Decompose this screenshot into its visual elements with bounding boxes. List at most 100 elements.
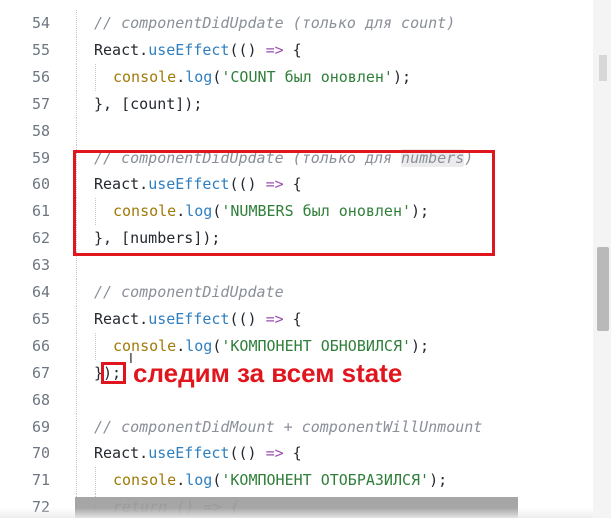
code-token: 'КОМПОНЕНТ ОТОБРАЗИЛСЯ'	[221, 471, 430, 490]
code-text[interactable]: console.log('КОМПОНЕНТ ОТОБРАЗИЛСЯ');	[113, 471, 447, 490]
code-token: React.	[94, 309, 149, 328]
code-token: log	[185, 336, 213, 355]
code-token: );	[411, 336, 430, 355]
code-token: 'NUMBERS был оновлен'	[221, 202, 412, 221]
code-token: // componentDidMount + componentWillUnmo…	[94, 417, 483, 436]
code-token: log	[185, 67, 213, 86]
indent-guide	[95, 198, 96, 226]
code-line[interactable]: 64 // componentDidUpdate	[0, 279, 590, 306]
code-text[interactable]: // componentDidUpdate (только для count)	[94, 14, 455, 33]
indent-guide	[95, 467, 96, 495]
code-line[interactable]: 66 console.log('КОМПОНЕНТ ОБНОВИЛСЯ');	[0, 332, 590, 360]
line-number: 63	[31, 256, 50, 275]
code-token: (()	[229, 444, 266, 463]
indent-guide	[76, 10, 77, 37]
indent-guide	[76, 90, 77, 118]
indent-guide	[76, 359, 77, 387]
indent-guide	[76, 171, 77, 199]
text-cursor-icon: I	[129, 352, 133, 367]
code-line[interactable]: 54 // componentDidUpdate (только для coun…	[0, 10, 590, 37]
code-token: =>	[265, 444, 284, 463]
line-number: 68	[31, 390, 50, 409]
code-token: 'КОМПОНЕНТ ОБНОВИЛСЯ'	[221, 336, 412, 355]
line-number: 57	[31, 94, 50, 113]
line-number: 59	[31, 148, 50, 167]
code-token: .	[176, 471, 186, 490]
selection-overlay	[75, 497, 518, 518]
code-text[interactable]: }, [numbers]);	[94, 229, 220, 248]
code-text[interactable]: React.useEffect(() => {	[94, 444, 302, 463]
indent-guide	[76, 198, 77, 226]
code-line[interactable]: 56 console.log('COUNT был оновлен');	[0, 63, 590, 91]
code-token: {	[283, 444, 302, 463]
code-token: useEffect	[148, 175, 230, 194]
indent-guide	[76, 36, 77, 64]
code-line[interactable]: 70 React.useEffect(() => {	[0, 440, 590, 468]
code-line[interactable]: 68	[0, 386, 590, 414]
code-token: );	[392, 67, 412, 86]
code-token: React.	[94, 40, 149, 59]
code-token: useEffect	[148, 40, 230, 59]
code-token: (()	[229, 175, 266, 194]
code-text[interactable]: React.useEffect(() => {	[94, 310, 302, 329]
code-line[interactable]: 58	[0, 117, 590, 145]
code-line[interactable]: 71 console.log('КОМПОНЕНТ ОТОБРАЗИЛСЯ');	[0, 467, 590, 495]
code-line[interactable]: 57 }, [count]);	[0, 90, 590, 118]
code-text[interactable]: }, [count]);	[94, 95, 202, 114]
vertical-scrollbar[interactable]	[593, 0, 611, 518]
code-token: =>	[265, 40, 284, 59]
code-line[interactable]: 59 // componentDidUpdate (только для numb…	[0, 144, 590, 172]
code-text[interactable]: // componentDidUpdate	[94, 283, 284, 302]
indent-guide	[76, 117, 77, 145]
indent-guide	[76, 279, 77, 306]
code-text[interactable]: console.log('КОМПОНЕНТ ОБНОВИЛСЯ');	[113, 337, 429, 356]
indent-guide	[76, 413, 77, 441]
line-number: 61	[31, 202, 50, 221]
scrollbar-thumb[interactable]	[597, 247, 609, 331]
code-text[interactable]: // componentDidUpdate (только для number…	[94, 148, 473, 168]
code-text[interactable]: });	[94, 364, 121, 383]
code-token: // componentDidUpdate	[94, 283, 284, 301]
line-number: 72	[31, 498, 50, 517]
code-token: // componentDidUpdate (только для count)	[94, 14, 456, 32]
code-token: {	[283, 175, 302, 194]
code-text[interactable]: // componentDidMount + componentWillUnmo…	[94, 418, 482, 437]
indent-guide	[95, 63, 96, 91]
code-token: (()	[229, 40, 266, 59]
code-line[interactable]: 55 React.useEffect(() => {	[0, 36, 590, 64]
code-line[interactable]: 62}, [numbers]);	[0, 225, 590, 253]
indent-guide	[76, 225, 77, 253]
code-token: // componentDidUpdate (только для	[94, 148, 402, 167]
code-token: log	[185, 202, 213, 221]
code-token: .	[176, 202, 186, 221]
code-token: useEffect	[148, 309, 230, 328]
line-number: 69	[31, 417, 50, 436]
code-line[interactable]: 61 console.log('NUMBERS был оновлен');	[0, 198, 590, 226]
code-token: }, [numbers]);	[94, 229, 221, 248]
line-number: 67	[31, 363, 50, 382]
code-token: );	[411, 202, 430, 221]
code-text[interactable]: console.log('COUNT был оновлен');	[113, 68, 411, 87]
code-line[interactable]: 65 React.useEffect(() => {	[0, 305, 590, 333]
indent-guide	[76, 252, 77, 280]
code-editor[interactable]: 54 // componentDidUpdate (только для coun…	[0, 0, 611, 518]
code-token: =>	[265, 175, 284, 194]
code-token: console	[113, 67, 177, 86]
line-number: 70	[31, 444, 50, 463]
code-token: });	[94, 363, 122, 382]
code-token: .	[176, 336, 186, 355]
code-token: log	[185, 471, 213, 490]
code-line[interactable]: 63	[0, 252, 590, 280]
line-number: 65	[31, 309, 50, 328]
code-line[interactable]: 60 React.useEffect(() => {	[0, 171, 590, 199]
code-token: (()	[229, 309, 266, 328]
indent-guide	[76, 63, 77, 91]
code-text[interactable]: React.useEffect(() => {	[94, 41, 302, 60]
code-text[interactable]: console.log('NUMBERS был оновлен');	[113, 202, 429, 221]
code-text[interactable]: React.useEffect(() => {	[94, 175, 302, 194]
line-number: 66	[31, 336, 50, 355]
code-token: );	[429, 471, 448, 490]
code-line[interactable]: 69 // componentDidMount + componentWillUn…	[0, 413, 590, 441]
line-number: 56	[31, 67, 50, 86]
code-token: {	[283, 40, 302, 59]
